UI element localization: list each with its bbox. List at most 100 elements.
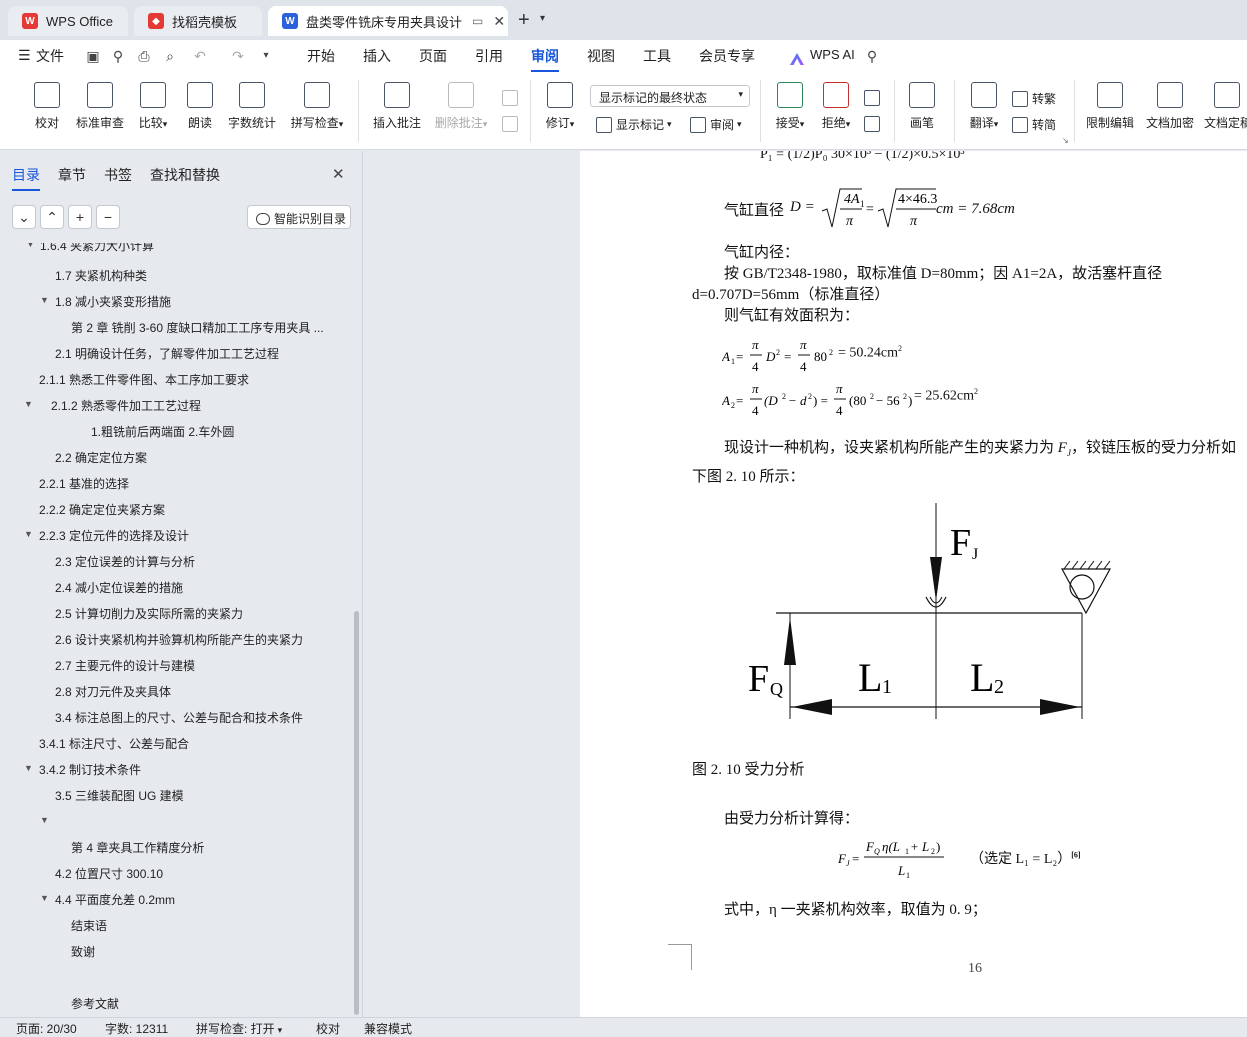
toc-item[interactable]: 1.6.4 夹紧力大小计算 xyxy=(40,243,154,254)
remove-heading-button[interactable]: − xyxy=(96,205,120,229)
expand-triangle-icon[interactable]: ▼ xyxy=(40,295,49,305)
toc-item[interactable]: 致谢 xyxy=(71,943,95,960)
word-count-button[interactable]: 字数统计 xyxy=(226,82,278,131)
search-icon[interactable]: ⚲ xyxy=(864,48,880,64)
spell-check-button[interactable]: 拼写检查▾ xyxy=(286,82,348,131)
delete-comment-button[interactable]: 删除批注▾ xyxy=(430,82,492,131)
screen-icon[interactable]: ▭ xyxy=(472,14,483,28)
review-pane-button[interactable]: 审阅 ▾ xyxy=(690,116,742,133)
menu-file[interactable]: 文件 xyxy=(36,46,64,66)
collapse-all-button[interactable]: ⌄ xyxy=(12,205,36,229)
toc-item[interactable]: 4.2 位置尺寸 300.10 xyxy=(55,865,163,882)
save-icon[interactable]: ▣ xyxy=(85,48,101,64)
toc-item[interactable]: 3.4 标注总图上的尺寸、公差与配合和技术条件 xyxy=(55,709,303,726)
expand-icon[interactable]: ↘ xyxy=(1062,136,1069,145)
chevron-down-icon[interactable]: ▾ xyxy=(540,13,545,24)
next-comment-button[interactable] xyxy=(502,116,522,132)
tab-document[interactable]: W 盘类零件铣床专用夹具设计 说 ▭ ✕ xyxy=(268,6,508,36)
toc-scrollbar[interactable] xyxy=(354,611,359,1015)
insert-comment-button[interactable]: 插入批注 xyxy=(370,82,424,131)
toc-item[interactable]: 2.7 主要元件的设计与建模 xyxy=(55,657,195,674)
menu-reference[interactable]: 引用 xyxy=(475,46,503,66)
toc-item[interactable]: 2.3 定位误差的计算与分析 xyxy=(55,553,195,570)
toc-item[interactable]: 3.4.2 制订技术条件 xyxy=(39,761,141,778)
show-marks-button[interactable]: 显示标记 ▾ xyxy=(596,116,672,133)
toc-item[interactable]: 2.6 设计夹紧机构并验算机构所能产生的夹紧力 xyxy=(55,631,303,648)
link-icon[interactable]: ⚲ xyxy=(110,48,126,64)
to-simplified-button[interactable]: 转简 xyxy=(1012,116,1056,133)
toc-item[interactable]: 2.4 减小定位误差的措施 xyxy=(55,579,183,596)
menu-wps-ai[interactable]: WPS AI xyxy=(810,47,855,62)
tab-wps-office[interactable]: W WPS Office xyxy=(8,6,128,36)
menu-insert[interactable]: 插入 xyxy=(363,46,391,66)
undo-icon[interactable]: ↶ xyxy=(192,48,208,64)
track-state-select[interactable]: 显示标记的最终状态 ▾ xyxy=(590,85,750,107)
toc-item[interactable]: 第 2 章 铣削 3-60 度缺口精加工工序专用夹具 ... xyxy=(71,319,339,336)
new-tab-icon[interactable]: + xyxy=(518,9,530,32)
print-preview-icon[interactable]: ⌕ xyxy=(162,48,178,64)
toc-item[interactable]: 2.2 确定定位方案 xyxy=(55,449,147,466)
toc-item[interactable]: 2.2.3 定位元件的选择及设计 xyxy=(39,527,189,544)
compare-button[interactable]: 比较▾ xyxy=(134,82,172,131)
prev-change-button[interactable] xyxy=(864,90,884,106)
restrict-edit-button[interactable]: 限制编辑 xyxy=(1084,82,1136,131)
translate-button[interactable]: 翻译▾ xyxy=(964,82,1004,131)
toc-item[interactable]: 1.7 夹紧机构种类 xyxy=(55,267,147,284)
tab-find-replace[interactable]: 查找和替换 xyxy=(150,165,220,185)
pen-button[interactable]: 画笔 xyxy=(904,82,940,131)
menu-member[interactable]: 会员专享 xyxy=(699,46,755,66)
revise-button[interactable]: 修订▾ xyxy=(540,82,580,131)
close-tab-icon[interactable]: ✕ xyxy=(493,13,505,30)
word-count-indicator[interactable]: 字数: 12311 xyxy=(105,1020,168,1037)
tab-toc[interactable]: 目录 xyxy=(12,165,40,191)
toc-item[interactable]: 2.1.2 熟悉零件加工工艺过程 xyxy=(51,397,201,414)
add-heading-button[interactable]: + xyxy=(68,205,92,229)
toc-item[interactable]: 1.8 减小夹紧变形措施 xyxy=(55,293,171,310)
menu-start[interactable]: 开始 xyxy=(307,46,335,66)
toc-item[interactable]: 结束语 xyxy=(71,917,107,934)
toc-item[interactable]: 2.1.1 熟悉工件零件图、本工序加工要求 xyxy=(39,371,249,388)
tab-bookmark[interactable]: 书签 xyxy=(104,165,132,185)
standard-review-button[interactable]: 标准审查 xyxy=(74,82,126,131)
reject-button[interactable]: 拒绝▾ xyxy=(816,82,856,131)
toc-item[interactable]: 3.4.1 标注尺寸、公差与配合 xyxy=(39,735,189,752)
spell-check-indicator[interactable]: 拼写检查: 打开 ▾ xyxy=(196,1020,282,1037)
expand-triangle-icon[interactable]: ▼ xyxy=(24,763,33,773)
toc-item[interactable]: 2.5 计算切削力及实际所需的夹紧力 xyxy=(55,605,243,622)
expand-triangle-icon[interactable]: ▼ xyxy=(24,529,33,539)
finalize-button[interactable]: 文档定稿 xyxy=(1204,82,1247,131)
proof-indicator[interactable]: 校对 xyxy=(316,1020,340,1037)
read-aloud-button[interactable]: 朗读 xyxy=(184,82,216,131)
toc-item[interactable]: 1.粗铣前后两端面 2.车外圆 xyxy=(91,423,234,440)
toc-item[interactable]: 2.1 明确设计任务，了解零件加工工艺过程 xyxy=(55,345,279,362)
menu-review[interactable]: 审阅 xyxy=(531,46,559,72)
hamburger-icon[interactable]: ☰ xyxy=(18,47,31,64)
expand-triangle-icon[interactable]: ▼ xyxy=(26,243,35,249)
toc-item[interactable]: 参考文献 xyxy=(71,995,119,1012)
close-panel-icon[interactable]: ✕ xyxy=(332,165,345,183)
smart-recognize-button[interactable]: 智能识别目录 xyxy=(247,205,351,229)
toc-item[interactable]: 2.8 对刀元件及夹具体 xyxy=(55,683,171,700)
prev-comment-button[interactable] xyxy=(502,90,522,106)
expand-up-button[interactable]: ⌃ xyxy=(40,205,64,229)
toc-item[interactable]: 2.2.2 确定定位夹紧方案 xyxy=(39,501,165,518)
menu-tools[interactable]: 工具 xyxy=(643,46,671,66)
toc-item[interactable]: 3.5 三维装配图 UG 建模 xyxy=(55,787,184,804)
print-icon[interactable]: ⎙ xyxy=(136,48,152,64)
expand-triangle-icon[interactable]: ▼ xyxy=(40,893,49,903)
expand-triangle-icon[interactable]: ▼ xyxy=(40,815,49,825)
toc-item[interactable]: 4.4 平面度允差 0.2mm xyxy=(55,891,175,908)
toc-item[interactable]: 2.2.1 基准的选择 xyxy=(39,475,129,492)
more-chevron-icon[interactable]: ▾ xyxy=(258,48,274,64)
next-change-button[interactable] xyxy=(864,116,884,132)
menu-page[interactable]: 页面 xyxy=(419,46,447,66)
menu-view[interactable]: 视图 xyxy=(587,46,615,66)
proof-button[interactable]: 校对 xyxy=(28,82,66,131)
document-page[interactable]: P₁ = (1/2)P₀ 30×10³ − (1/2)×0.5×10³ 气缸直径… xyxy=(580,151,1247,1017)
page-indicator[interactable]: 页面: 20/30 xyxy=(16,1020,77,1037)
encrypt-button[interactable]: 文档加密 xyxy=(1144,82,1196,131)
expand-triangle-icon[interactable]: ▼ xyxy=(24,399,33,409)
tab-chapter[interactable]: 章节 xyxy=(58,165,86,185)
accept-button[interactable]: 接受▾ xyxy=(770,82,810,131)
redo-icon[interactable]: ↷ xyxy=(230,48,246,64)
